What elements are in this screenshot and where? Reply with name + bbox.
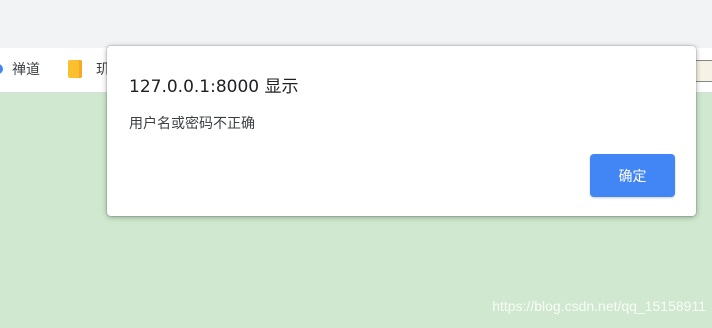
bookmark-label: 禅道 [12,62,40,78]
dialog-message: 用户名或密码不正确 [129,116,255,132]
bookmark-item-chandao[interactable]: 禅道 [12,58,40,80]
bookmark-folder[interactable]: 玑 [68,58,110,80]
browser-toolbar [0,0,712,49]
folder-icon [68,60,82,78]
alert-dialog: 127.0.0.1:8000 显示 用户名或密码不正确 确定 [107,46,696,216]
bookmark-dot-icon [0,64,3,74]
ok-button[interactable]: 确定 [590,154,675,197]
extension-icon[interactable] [695,60,712,82]
watermark: https://blog.csdn.net/qq_15158911 [492,298,706,314]
dialog-title: 127.0.0.1:8000 显示 [129,77,299,97]
